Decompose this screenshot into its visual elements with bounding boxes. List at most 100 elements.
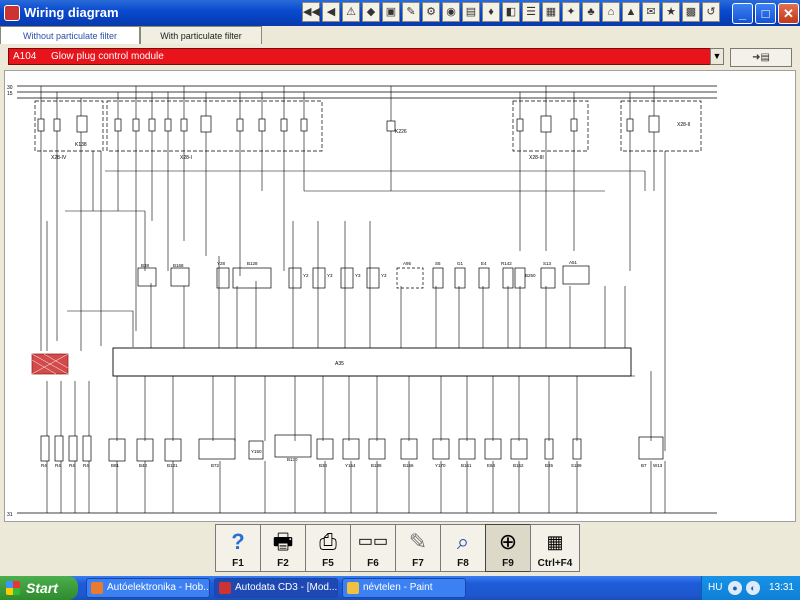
top-component-row: [137, 265, 590, 289]
ecu-label: A35: [335, 361, 344, 367]
window-title: Wiring diagram: [24, 5, 119, 20]
component-label: R142: [501, 261, 512, 266]
close-button[interactable]: ✕: [778, 3, 799, 24]
printer-icon: ⎙: [319, 529, 337, 554]
tab-strip: Without particulate filter With particul…: [0, 26, 800, 44]
system-tray: HU ● ◐ 13:31: [701, 576, 800, 600]
component-label: B38: [141, 263, 150, 268]
task-label: névtelen - Paint: [363, 582, 433, 593]
f7-pen-button[interactable]: ✎ F7: [395, 524, 441, 572]
tab-without-particulate-filter[interactable]: Without particulate filter: [0, 26, 140, 44]
pen-icon: ✎: [408, 529, 428, 554]
toolbar-icon-16[interactable]: ⌂: [602, 2, 620, 22]
windows-logo-icon: [6, 581, 20, 595]
fuse-box-2-label: X28-I: [180, 155, 192, 161]
module-select[interactable]: A104 Glow plug control module ▼: [8, 48, 724, 65]
toolbar-icon-8[interactable]: ◉: [442, 2, 460, 22]
diagram-canvas: 30 15 31 X28-IV X28-I X28-III X28-II K13…: [7, 85, 717, 518]
toolbar-icon-10[interactable]: ♦: [482, 2, 500, 22]
toolbar-icon-17[interactable]: ▲: [622, 2, 640, 22]
language-indicator[interactable]: HU: [708, 582, 722, 593]
warning-icon[interactable]: ⚠: [342, 2, 360, 22]
rail-31-label: 31: [7, 512, 13, 518]
component-label: Y3: [381, 273, 387, 278]
zoom-search-icon: ⌕: [456, 529, 470, 554]
f7-label: F7: [412, 558, 424, 569]
toolbar-icon-4[interactable]: ◆: [362, 2, 380, 22]
wiring-diagram[interactable]: 30 15 31 X28-IV X28-I X28-III X28-II K13…: [4, 70, 796, 522]
minimize-button[interactable]: _: [732, 3, 753, 24]
zoom-pan-icon: ⊕: [498, 529, 518, 554]
go-arrow-button[interactable]: ➜▤: [730, 48, 792, 67]
maximize-button[interactable]: □: [755, 3, 776, 24]
task-label: Autodata CD3 - [Mod...: [235, 582, 338, 593]
paint-icon: [347, 582, 359, 594]
component-label: Y170: [435, 463, 446, 468]
component-label: S5: [435, 261, 441, 266]
component-label: E4: [481, 261, 487, 266]
taskbar: Start Autóelektronika - Hob... Autodata …: [0, 576, 800, 600]
component-label: B34: [319, 463, 328, 468]
component-label: Y2: [303, 273, 309, 278]
toolbar-icon-21[interactable]: ↺: [702, 2, 720, 22]
bottom-component-labels: R4 R4 R4 R4 B81 B40 B131 B72 Y150 B130 B…: [41, 449, 663, 468]
top-component-labels: B38 B168 Y28 B128 Y2 Y3 Y3 Y3 A95 S5 G1 …: [141, 260, 578, 278]
toolbar-icon-12[interactable]: ☰: [522, 2, 540, 22]
toolbar-icon-14[interactable]: ✦: [562, 2, 580, 22]
component-label: B250: [525, 273, 536, 278]
component-label: B130: [287, 457, 298, 462]
function-key-bar: ? F1 🖶 F2 ⎙ F5 ▭▭ F6 ✎ F7 ⌕ F8 ⊕ F9 ▦ Ct…: [215, 524, 587, 574]
component-label: B161: [461, 463, 472, 468]
grid-icon: ▦: [546, 532, 564, 552]
autodata-icon: [219, 582, 231, 594]
component-label: Y154: [345, 463, 356, 468]
task-label: Autóelektronika - Hob...: [107, 582, 210, 593]
clock: 13:31: [768, 582, 794, 593]
f8-label: F8: [457, 558, 469, 569]
f9-label: F9: [502, 558, 514, 569]
task-paint[interactable]: névtelen - Paint: [342, 578, 466, 598]
toolbar-icon-5[interactable]: ▣: [382, 2, 400, 22]
fuse-box-3-label: X28-III: [529, 155, 544, 161]
toolbar-icon-20[interactable]: ▩: [682, 2, 700, 22]
tab-with-particulate-filter[interactable]: With particulate filter: [140, 26, 262, 44]
start-button[interactable]: Start: [0, 576, 78, 600]
f2-print-preview-button[interactable]: 🖶 F2: [260, 524, 306, 572]
f9-zoom-pan-button[interactable]: ⊕ F9: [485, 524, 531, 572]
start-label: Start: [26, 580, 58, 596]
task-autodata[interactable]: Autodata CD3 - [Mod...: [214, 578, 338, 598]
toolbar-back-icon[interactable]: ◀: [322, 2, 340, 22]
toolbar-icon-6[interactable]: ✎: [402, 2, 420, 22]
arrow-right-icon: ➜▤: [752, 52, 770, 63]
volume-icon[interactable]: ◐: [746, 581, 760, 595]
component-label: B72: [211, 463, 220, 468]
component-label: B152: [513, 463, 524, 468]
toolbar-icon-18[interactable]: ✉: [642, 2, 660, 22]
f5-print-button[interactable]: ⎙ F5: [305, 524, 351, 572]
toolbar-icon-7[interactable]: ⚙: [422, 2, 440, 22]
toolbar-icon-19[interactable]: ★: [662, 2, 680, 22]
toolbar-icon-13[interactable]: ▦: [542, 2, 560, 22]
component-label: R4: [69, 463, 75, 468]
component-label: R4: [83, 463, 89, 468]
ctrl-f4-button[interactable]: ▦ Ctrl+F4: [530, 524, 580, 572]
f6-component-button[interactable]: ▭▭ F6: [350, 524, 396, 572]
component-label: B40: [139, 463, 148, 468]
toolbar-icon-9[interactable]: ▤: [462, 2, 480, 22]
module-name: Glow plug control module: [51, 51, 164, 62]
toolbar-icon-11[interactable]: ◧: [502, 2, 520, 22]
f2-label: F2: [277, 558, 289, 569]
f5-label: F5: [322, 558, 334, 569]
f8-zoom-search-button[interactable]: ⌕ F8: [440, 524, 486, 572]
ecu-box: [112, 347, 632, 377]
relay-2-label: K226: [395, 129, 407, 135]
fuse-box-4-label: X28-II: [677, 122, 690, 128]
toolbar-first-icon[interactable]: ◀◀: [302, 2, 320, 22]
task-autoelektronika[interactable]: Autóelektronika - Hob...: [86, 578, 210, 598]
f1-help-button[interactable]: ? F1: [215, 524, 261, 572]
chevron-down-icon[interactable]: ▼: [710, 48, 724, 65]
network-icon[interactable]: ●: [728, 581, 742, 595]
toolbar-icon-15[interactable]: ♣: [582, 2, 600, 22]
component-label: B131: [167, 463, 178, 468]
component-label: B128: [247, 261, 258, 266]
